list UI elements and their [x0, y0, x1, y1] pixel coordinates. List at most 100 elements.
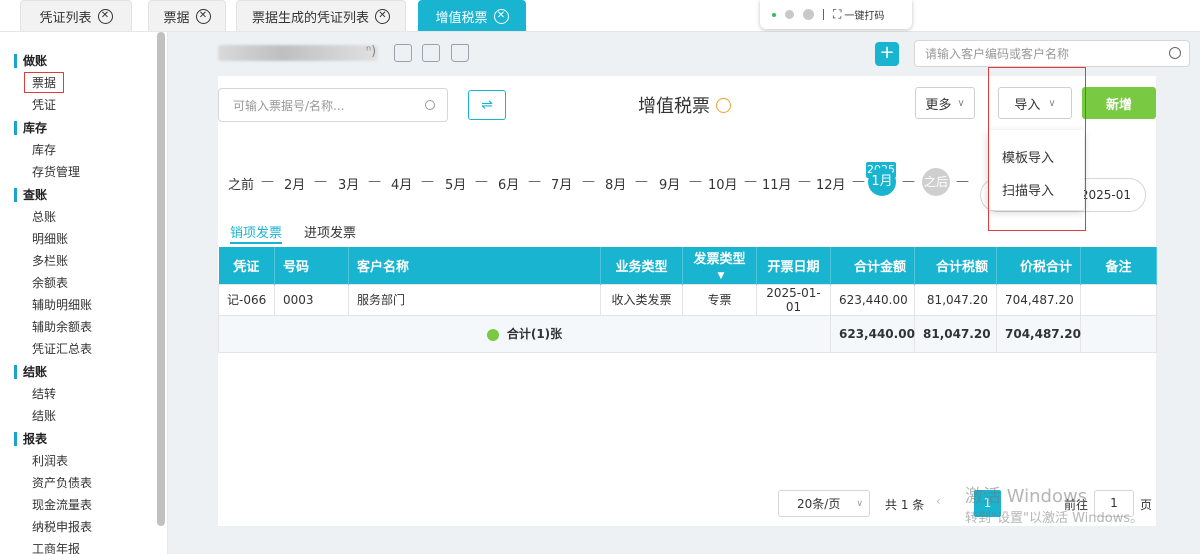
scan-label: 一键打码 [844, 11, 885, 22]
activation-watermark: 激活 Windows 转到"设置"以激活 Windows。 [965, 486, 1143, 530]
tab-input-invoices[interactable]: 进项发票 [304, 222, 356, 241]
sidebar-item-general-ledger[interactable]: 总账 [32, 208, 56, 225]
search-icon[interactable] [1169, 47, 1181, 59]
summary-note [1080, 314, 1157, 353]
period-month[interactable]: 2月 [284, 174, 305, 193]
add-customer-button[interactable]: + [875, 42, 899, 66]
period-month[interactable]: 9月 [659, 174, 680, 193]
period-before[interactable]: 之前 [228, 174, 254, 193]
summary-row: 合计(1)张 623,440.00 81,047.20 704,487.20 [218, 314, 1157, 353]
sidebar-item-voucher[interactable]: 凭证 [32, 96, 56, 113]
tab-receipt-voucher-list[interactable]: 票据生成的凭证列表 ✕ [236, 0, 406, 31]
col-invoice-type[interactable]: 发票类型▼ [682, 247, 757, 284]
refresh-icon[interactable] [716, 97, 731, 113]
tab-output-invoices[interactable]: 销项发票 [230, 222, 282, 241]
sidebar-item-tax-return[interactable]: 纳税申报表 [32, 518, 92, 535]
cell-tax: 81,047.20 [914, 283, 997, 316]
table-row[interactable]: 记-066 0003 服务部门 收入类发票 专票 2025-01-01 623,… [218, 283, 1157, 316]
period-month[interactable]: 6月 [498, 174, 519, 193]
col-date[interactable]: 开票日期 [756, 247, 831, 284]
maximize-dot-icon[interactable] [803, 9, 814, 20]
period-after[interactable]: 之后 [922, 168, 950, 196]
archive-icon[interactable] [451, 44, 469, 62]
col-number[interactable]: 号码 [274, 247, 349, 284]
watermark-line1: 激活 Windows [965, 486, 1088, 507]
sidebar-item-income-statement[interactable]: 利润表 [32, 452, 68, 469]
customer-search-placeholder: 请输入客户编码或客户名称 [925, 47, 1070, 61]
period-month[interactable]: 11月 [762, 174, 792, 193]
chevron-down-icon: ∨ [957, 97, 965, 109]
sidebar: 做账 票据 凭证 库存 库存 存货管理 查账 总账 明细账 多栏账 余额表 辅助… [0, 32, 168, 554]
page-title: 增值税票 [638, 92, 731, 118]
col-customer[interactable]: 客户名称 [348, 247, 601, 284]
table-header: 凭证 号码 客户名称 业务类型 发票类型▼ 开票日期 合计金额 合计税额 价税合… [218, 247, 1157, 284]
range-end: 2025-01 [1080, 188, 1131, 202]
sidebar-item-aux-balance[interactable]: 辅助余额表 [32, 318, 92, 335]
period-month[interactable]: 8月 [605, 174, 626, 193]
sidebar-item-multi-column-ledger[interactable]: 多栏账 [32, 252, 68, 269]
col-amount[interactable]: 合计金额 [830, 247, 915, 284]
filter-button[interactable]: ⇌ [468, 90, 506, 120]
summary-amount: 623,440.00 [830, 314, 915, 353]
sidebar-item-close-books[interactable]: 结账 [32, 407, 56, 424]
scan-code-button[interactable]: ⛶ 一键打码 [833, 7, 884, 22]
receipt-search-placeholder: 可输入票据号/名称... [233, 98, 345, 113]
period-month[interactable]: 3月 [338, 174, 359, 193]
close-icon[interactable]: ✕ [493, 8, 509, 24]
sidebar-group-audit: 查账 [14, 186, 47, 203]
caret-down-icon[interactable]: ▼ [718, 271, 725, 281]
period-month[interactable]: 5月 [445, 174, 466, 193]
prev-page-icon[interactable]: ‹ [936, 494, 941, 508]
close-icon[interactable]: ✕ [97, 8, 113, 24]
sidebar-item-annual-report[interactable]: 工商年报 [32, 540, 80, 554]
sidebar-item-cash-flow[interactable]: 现金流量表 [32, 496, 92, 513]
new-button[interactable]: 新增 [1082, 87, 1156, 119]
period-month[interactable]: 7月 [551, 174, 572, 193]
col-biz-type[interactable]: 业务类型 [600, 247, 683, 284]
sidebar-item-detail-ledger[interactable]: 明细账 [32, 230, 68, 247]
page-size-select[interactable]: 20条/页 ∨ [778, 490, 870, 517]
receipt-search-input[interactable]: 可输入票据号/名称... [218, 88, 448, 122]
minimize-dot-icon[interactable] [785, 10, 794, 19]
tab-bar: 凭证列表 ✕ 票据 ✕ 票据生成的凭证列表 ✕ 增值税票 ✕ [0, 0, 1200, 32]
tab-receipts[interactable]: 票据 ✕ [148, 0, 226, 31]
sidebar-item-carry-forward[interactable]: 结转 [32, 385, 56, 402]
tab-voucher-list[interactable]: 凭证列表 ✕ [20, 0, 132, 31]
total-count: 共 1 条 [885, 498, 925, 512]
summary-label-cell: 合计(1)张 [218, 314, 831, 353]
col-note[interactable]: 备注 [1080, 247, 1157, 284]
col-total[interactable]: 价税合计 [996, 247, 1081, 284]
cell-amount: 623,440.00 [830, 283, 915, 316]
more-button[interactable]: 更多 ∨ [915, 87, 975, 119]
cell-note [1080, 283, 1157, 316]
cell-voucher[interactable]: 记-066 [218, 283, 275, 316]
period-month[interactable]: 4月 [391, 174, 412, 193]
sidebar-item-stock-management[interactable]: 存货管理 [32, 163, 80, 180]
close-icon[interactable]: ✕ [375, 8, 390, 24]
tab-label: 凭证列表 [39, 10, 92, 26]
sidebar-item-receipts[interactable]: 票据 [24, 72, 65, 93]
col-voucher[interactable]: 凭证 [218, 247, 275, 284]
cell-total: 704,487.20 [996, 283, 1081, 316]
print-icon[interactable] [394, 44, 412, 62]
summary-total: 704,487.20 [996, 314, 1081, 353]
search-icon[interactable] [425, 100, 435, 110]
close-icon[interactable]: ✕ [195, 8, 211, 24]
invoice-table: 凭证 号码 客户名称 业务类型 发票类型▼ 开票日期 合计金额 合计税额 价税合… [218, 247, 1157, 353]
sidebar-item-inventory[interactable]: 库存 [32, 141, 56, 158]
period-month[interactable]: 12月 [816, 174, 846, 193]
sidebar-scrollbar[interactable] [157, 32, 165, 526]
more-label: 更多 [925, 97, 952, 113]
sidebar-item-aux-detail[interactable]: 辅助明细账 [32, 296, 92, 313]
tab-vat-invoices[interactable]: 增值税票 ✕ [418, 0, 526, 31]
status-dot-icon [772, 12, 776, 17]
sidebar-item-balance-statement[interactable]: 资产负债表 [32, 474, 92, 491]
sidebar-item-voucher-summary[interactable]: 凭证汇总表 [32, 340, 92, 357]
col-tax[interactable]: 合计税额 [914, 247, 997, 284]
page-title-text: 增值税票 [638, 96, 710, 117]
sidebar-item-balance-sheet[interactable]: 余额表 [32, 274, 68, 291]
period-current[interactable]: 1月 [868, 168, 896, 196]
document-icon[interactable] [422, 44, 440, 62]
period-month[interactable]: 10月 [708, 174, 738, 193]
customer-search-input[interactable]: 请输入客户编码或客户名称 [914, 40, 1190, 67]
